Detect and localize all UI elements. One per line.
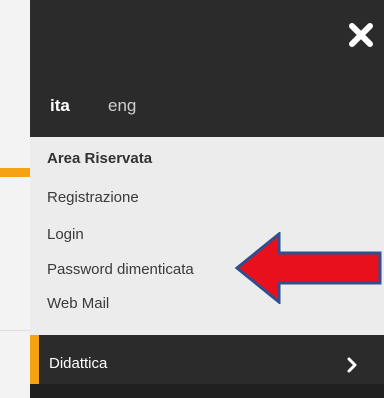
menu-header: ita eng	[30, 0, 384, 137]
menu-link-login[interactable]: Login	[47, 226, 84, 243]
close-icon	[349, 23, 373, 47]
language-ita[interactable]: ita	[50, 96, 70, 116]
background-page-strip	[0, 0, 31, 398]
side-menu: ita eng Area Riservata Registrazione Log…	[30, 0, 384, 398]
background-divider	[0, 330, 30, 331]
menu-bottom-strip	[30, 384, 384, 398]
menu-item-didattica[interactable]: Didattica	[30, 335, 384, 398]
menu-link-registrazione[interactable]: Registrazione	[47, 189, 139, 206]
didattica-label: Didattica	[49, 355, 108, 372]
menu-link-web-mail[interactable]: Web Mail	[47, 295, 109, 312]
section-title-area-riservata: Area Riservata	[47, 150, 153, 167]
language-eng[interactable]: eng	[108, 96, 136, 116]
close-button[interactable]	[346, 20, 376, 50]
menu-link-password-dimenticata[interactable]: Password dimenticata	[47, 261, 194, 278]
red-arrow-icon	[234, 232, 382, 304]
background-accent-bar	[0, 168, 30, 177]
chevron-right-icon	[347, 357, 357, 373]
